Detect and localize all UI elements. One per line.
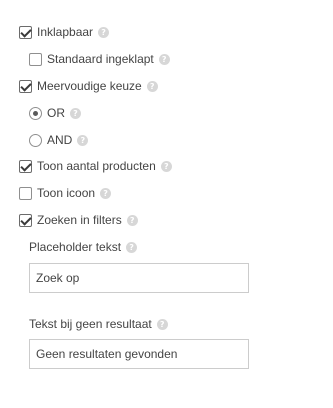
and-label: AND bbox=[47, 133, 73, 147]
help-icon[interactable]: ? bbox=[100, 187, 112, 199]
or-radio[interactable] bbox=[29, 106, 42, 120]
or-option[interactable]: OR ? bbox=[29, 105, 81, 121]
no-result-text-input[interactable] bbox=[29, 339, 249, 369]
show-icon-option[interactable]: Toon icoon ? bbox=[19, 185, 112, 201]
and-option[interactable]: AND ? bbox=[29, 132, 89, 148]
help-icon[interactable]: ? bbox=[77, 134, 89, 146]
default-collapsed-checkbox[interactable] bbox=[29, 52, 42, 66]
placeholder-text-field-label: Placeholder tekst ? bbox=[29, 239, 138, 255]
default-collapsed-option[interactable]: Standaard ingeklapt ? bbox=[29, 51, 170, 67]
multiple-choice-checkbox[interactable] bbox=[19, 79, 32, 93]
no-result-text-label: Tekst bij geen resultaat bbox=[29, 317, 152, 331]
search-in-filters-option[interactable]: Zoeken in filters ? bbox=[19, 212, 138, 228]
placeholder-text-label: Placeholder tekst bbox=[29, 240, 122, 254]
help-icon[interactable]: ? bbox=[158, 53, 170, 65]
show-icon-label: Toon icoon bbox=[37, 186, 96, 200]
help-icon[interactable]: ? bbox=[146, 80, 158, 92]
show-product-count-label: Toon aantal producten bbox=[37, 159, 156, 173]
multiple-choice-option[interactable]: Meervoudige keuze ? bbox=[19, 78, 158, 94]
search-in-filters-label: Zoeken in filters bbox=[37, 213, 122, 227]
collapsible-option[interactable]: Inklapbaar ? bbox=[19, 24, 110, 40]
show-product-count-checkbox[interactable] bbox=[19, 159, 32, 173]
and-radio[interactable] bbox=[29, 133, 42, 147]
help-icon[interactable]: ? bbox=[156, 318, 168, 330]
no-result-text-field-label: Tekst bij geen resultaat ? bbox=[29, 316, 168, 332]
help-icon[interactable]: ? bbox=[70, 107, 81, 119]
collapsible-label: Inklapbaar bbox=[37, 25, 94, 39]
search-in-filters-checkbox[interactable] bbox=[19, 213, 32, 227]
default-collapsed-label: Standaard ingeklapt bbox=[47, 52, 154, 66]
help-icon[interactable]: ? bbox=[126, 214, 138, 226]
show-icon-checkbox[interactable] bbox=[19, 186, 32, 200]
show-product-count-option[interactable]: Toon aantal producten ? bbox=[19, 158, 172, 174]
multiple-choice-label: Meervoudige keuze bbox=[37, 79, 142, 93]
help-icon[interactable]: ? bbox=[126, 241, 138, 253]
placeholder-text-input[interactable] bbox=[29, 263, 249, 293]
or-label: OR bbox=[47, 106, 65, 120]
help-icon[interactable]: ? bbox=[160, 160, 172, 172]
help-icon[interactable]: ? bbox=[98, 26, 110, 38]
collapsible-checkbox[interactable] bbox=[19, 25, 32, 39]
